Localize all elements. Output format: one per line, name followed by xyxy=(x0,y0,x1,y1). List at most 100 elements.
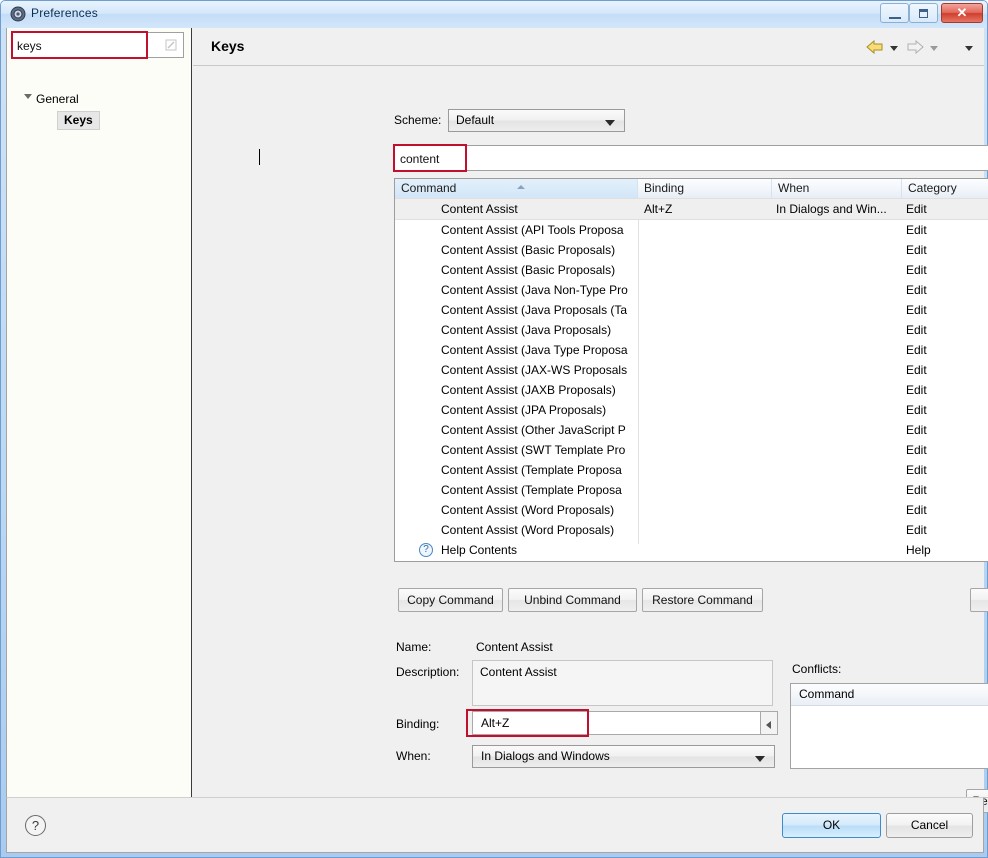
sidebar-filter-input[interactable] xyxy=(17,37,157,54)
cell-category: Edit xyxy=(906,243,927,257)
table-row[interactable]: Content Assist (Basic Proposals) Edit xyxy=(395,240,988,260)
ok-button[interactable]: OK xyxy=(782,813,881,838)
cell-when xyxy=(776,420,902,440)
cell-command: Content Assist (SWT Template Pro xyxy=(441,443,626,457)
cell-binding xyxy=(644,400,772,420)
unbind-command-button[interactable]: Unbind Command xyxy=(508,588,637,612)
minimize-button[interactable] xyxy=(880,3,909,23)
cell-binding: Alt+Z xyxy=(644,202,673,216)
chevron-down-icon xyxy=(605,120,615,126)
table-row[interactable]: Content Assist (Java Proposals) Edit xyxy=(395,320,988,340)
window-title: Preferences xyxy=(31,6,98,20)
cell-command: Content Assist (JAXB Proposals) xyxy=(441,383,616,397)
clear-icon[interactable] xyxy=(164,38,178,52)
preferences-tree-panel: General Keys xyxy=(7,28,192,797)
back-history-chevron-down-icon[interactable] xyxy=(890,46,898,51)
chevron-down-icon xyxy=(755,756,765,762)
sidebar-item-general[interactable]: General xyxy=(36,90,79,108)
cell-command: Content Assist xyxy=(441,202,518,216)
cell-when: In Dialogs and Win... xyxy=(776,202,887,216)
key-bindings-table[interactable]: Command Binding When Category User Conte… xyxy=(394,178,988,562)
cell-command: Content Assist (Template Proposa xyxy=(441,463,622,477)
cell-category: Edit xyxy=(906,303,927,317)
when-dropdown[interactable]: In Dialogs and Windows xyxy=(472,745,775,768)
cell-category: Edit xyxy=(906,443,927,457)
forward-arrow-icon xyxy=(905,39,925,55)
cell-category: Edit xyxy=(906,423,927,437)
keys-preference-page: Keys Scheme: Default content Command Bin… xyxy=(193,28,988,813)
scheme-dropdown[interactable]: Default xyxy=(448,109,625,132)
table-row[interactable]: Content Assist (API Tools Proposa Edit xyxy=(395,220,988,240)
description-field: Content Assist xyxy=(472,660,773,706)
table-row[interactable]: Content Assist (Other JavaScript P Edit xyxy=(395,420,988,440)
conflicts-column-header-command[interactable]: Command xyxy=(791,684,988,705)
cell-command: Content Assist (API Tools Proposa xyxy=(441,223,624,237)
binding-left-icon[interactable] xyxy=(761,711,778,735)
cell-category: Help xyxy=(906,543,931,557)
table-row[interactable]: Content Assist (Java Proposals (Ta Edit xyxy=(395,300,988,320)
cell-command: Help Contents xyxy=(441,543,518,557)
close-button[interactable]: ✕ xyxy=(941,3,983,23)
filters-button[interactable]: Filters... xyxy=(970,588,988,612)
cell-binding xyxy=(644,520,772,540)
page-title: Keys xyxy=(211,38,245,54)
cell-category: Edit xyxy=(906,403,927,417)
column-header-category[interactable]: Category xyxy=(902,179,988,198)
cell-command: Content Assist (Basic Proposals) xyxy=(441,263,616,277)
page-menu-chevron-down-icon[interactable] xyxy=(965,46,973,51)
table-header-row: Command Binding When Category User xyxy=(395,179,988,199)
cell-binding xyxy=(644,460,772,480)
binding-input[interactable]: Alt+Z xyxy=(472,711,761,735)
maximize-button[interactable] xyxy=(909,3,938,23)
cell-when xyxy=(776,480,902,500)
cell-command: Content Assist (Word Proposals) xyxy=(441,523,615,537)
column-header-when[interactable]: When xyxy=(772,179,902,198)
table-row[interactable]: Content Assist (SWT Template Pro Edit xyxy=(395,440,988,460)
command-filter-input[interactable] xyxy=(400,150,988,167)
table-row[interactable]: Content Assist (Basic Proposals) Edit xyxy=(395,260,988,280)
cell-when xyxy=(776,260,902,280)
command-filter-box[interactable] xyxy=(394,145,988,171)
table-row[interactable]: Content Assist (Java Non-Type Pro Edit xyxy=(395,280,988,300)
help-icon[interactable]: ? xyxy=(25,815,46,836)
conflicts-table[interactable]: Command When xyxy=(790,683,988,769)
cell-command: Content Assist (Java Proposals) xyxy=(441,323,612,337)
sidebar-item-keys[interactable]: Keys xyxy=(57,111,100,130)
table-row[interactable]: Content Assist (Word Proposals) Edit xyxy=(395,520,988,540)
cell-command: Content Assist (Template Proposa xyxy=(441,483,622,497)
cell-category: Edit xyxy=(906,223,927,237)
table-row[interactable]: Content Assist (Template Proposa Edit xyxy=(395,460,988,480)
cell-binding xyxy=(644,340,772,360)
cell-command: Content Assist (JAX-WS Proposals xyxy=(441,363,628,377)
tree-expand-arrow-general[interactable] xyxy=(24,94,32,99)
when-label: When: xyxy=(396,749,431,763)
back-arrow-icon[interactable] xyxy=(865,39,885,55)
table-row[interactable]: Content Assist (Template Proposa Edit xyxy=(395,480,988,500)
table-row[interactable]: Content Assist (JPA Proposals) Edit xyxy=(395,400,988,420)
help-icon: ? xyxy=(419,543,433,557)
table-row[interactable]: Content Assist Alt+Z In Dialogs and Win...… xyxy=(395,198,988,220)
cell-binding xyxy=(644,500,772,520)
cancel-button[interactable]: Cancel xyxy=(886,813,973,838)
table-row[interactable]: ? Help Contents Help xyxy=(395,540,988,560)
cell-binding xyxy=(644,440,772,460)
conflicts-label: Conflicts: xyxy=(792,662,842,676)
copy-command-button[interactable]: Copy Command xyxy=(398,588,503,612)
table-row[interactable]: Content Assist (Word Proposals) Edit xyxy=(395,500,988,520)
window-title-bar: Preferences ✕ xyxy=(1,1,987,28)
sidebar-filter-box[interactable] xyxy=(12,32,184,58)
column-header-binding[interactable]: Binding xyxy=(638,179,772,198)
cell-category: Edit xyxy=(906,343,927,357)
cell-binding xyxy=(644,540,772,560)
cell-when xyxy=(776,340,902,360)
sort-ascending-icon xyxy=(517,185,525,189)
table-row[interactable]: Content Assist (JAXB Proposals) Edit xyxy=(395,380,988,400)
cell-when xyxy=(776,240,902,260)
when-selected-value: In Dialogs and Windows xyxy=(481,749,610,763)
scheme-label: Scheme: xyxy=(394,113,442,127)
cell-when xyxy=(776,300,902,320)
restore-command-button[interactable]: Restore Command xyxy=(642,588,763,612)
table-row[interactable]: Content Assist (JAX-WS Proposals Edit xyxy=(395,360,988,380)
cell-binding xyxy=(644,240,772,260)
table-row[interactable]: Content Assist (Java Type Proposa Edit xyxy=(395,340,988,360)
